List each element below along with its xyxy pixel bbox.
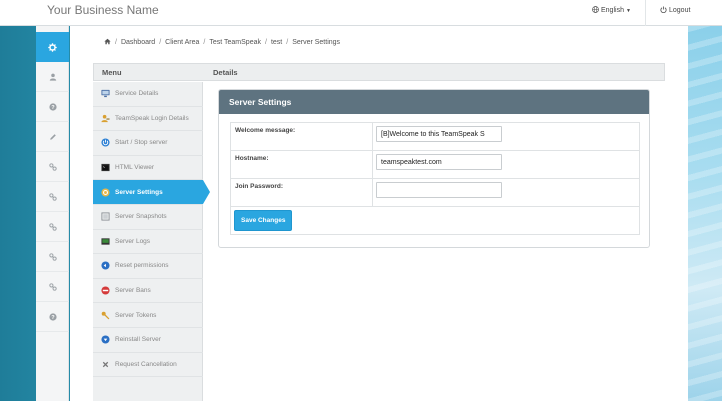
svg-text:?: ? — [51, 105, 55, 111]
power-icon — [660, 6, 667, 15]
form-cell: Save Changes — [230, 206, 640, 235]
breadcrumb-separator: / — [286, 39, 289, 46]
join-password-label: Join Password: — [230, 178, 373, 207]
menu-item-reinstall-server[interactable]: Reinstall Server — [93, 328, 203, 353]
form-row: Hostname: teamspeaktest.com — [230, 150, 640, 179]
breadcrumb-separator: / — [115, 39, 117, 46]
form-cell — [372, 178, 640, 207]
form-cell: [B]Welcome to this TeamSpeak S — [372, 122, 640, 151]
form-row: Save Changes — [230, 206, 640, 235]
key-person-icon — [101, 114, 110, 123]
language-selector[interactable]: English ▼ — [592, 6, 631, 15]
menu-heading: Menu — [102, 68, 122, 77]
menu-item-html-viewer[interactable]: HTML Viewer — [93, 156, 203, 181]
reset-icon — [101, 261, 110, 271]
hostname-input[interactable]: teamspeaktest.com — [376, 154, 502, 170]
menu-item-label: Reinstall Server — [115, 336, 161, 344]
menu-item-start-stop-server[interactable]: Start / Stop server — [93, 131, 203, 156]
snapshot-icon — [101, 212, 110, 221]
form-row: Welcome message: [B]Welcome to this Team… — [230, 122, 640, 151]
menu-item-label: Server Snapshots — [115, 213, 167, 221]
icon-rail: ? ? — [36, 26, 69, 401]
menu-item-label: HTML Viewer — [115, 164, 155, 172]
save-changes-button[interactable]: Save Changes — [234, 210, 293, 231]
menu-item-label: Service Details — [115, 90, 159, 98]
menu-item-server-snapshots[interactable]: Server Snapshots — [93, 205, 203, 230]
caret-down-icon: ▼ — [625, 7, 631, 14]
gear-icon — [101, 188, 110, 197]
join-password-input[interactable] — [376, 182, 502, 198]
menu-item-teamspeak-login-details[interactable]: TeamSpeak Login Details — [93, 107, 203, 132]
rail-link-icon[interactable] — [36, 242, 69, 272]
rail-user-icon[interactable] — [36, 62, 69, 92]
breadcrumb-client-area[interactable]: Client Area — [165, 39, 199, 46]
breadcrumb: / Dashboard / Client Area / Test TeamSpe… — [104, 38, 340, 47]
breadcrumb-dashboard[interactable]: Dashboard — [121, 39, 155, 46]
rail-link-icon[interactable] — [36, 272, 69, 302]
breadcrumb-service[interactable]: Test TeamSpeak — [209, 39, 261, 46]
rail-help-icon[interactable]: ? — [36, 92, 69, 122]
menu-item-label: Start / Stop server — [115, 139, 168, 147]
menu-item-server-bans[interactable]: Server Bans — [93, 279, 203, 304]
hostname-label: Hostname: — [230, 150, 373, 179]
breadcrumb-current: Server Settings — [292, 39, 341, 46]
menu-item-server-logs[interactable]: Server Logs — [93, 230, 203, 255]
topbar-divider — [645, 0, 646, 26]
server-settings-box: Server Settings Welcome message: [B]Welc… — [218, 89, 650, 248]
welcome-message-input[interactable]: [B]Welcome to this TeamSpeak S — [376, 126, 502, 142]
menu-item-label: Request Cancellation — [115, 360, 177, 368]
rail-link-icon[interactable] — [36, 152, 69, 182]
close-icon — [101, 360, 110, 369]
menu-item-reset-permissions[interactable]: Reset permissions — [93, 254, 203, 279]
menu-item-label: Server Logs — [115, 237, 151, 245]
menu-item-label: TeamSpeak Login Details — [115, 114, 189, 122]
menu-item-server-settings[interactable]: Server Settings — [93, 180, 210, 205]
svg-text:?: ? — [51, 315, 55, 321]
ban-icon — [101, 286, 110, 295]
monitor-icon — [101, 89, 110, 98]
rail-link-icon[interactable] — [36, 182, 69, 212]
breadcrumb-server[interactable]: test — [271, 39, 282, 46]
menu-item-label: Server Bans — [115, 287, 151, 295]
home-icon[interactable] — [104, 38, 111, 47]
brand-name[interactable]: Your Business Name — [47, 3, 159, 17]
logout-button[interactable]: Logout — [660, 6, 690, 15]
logout-label: Logout — [669, 7, 691, 14]
welcome-message-label: Welcome message: — [230, 122, 373, 151]
rail-help-icon[interactable]: ? — [36, 302, 69, 332]
menu-item-server-tokens[interactable]: Server Tokens — [93, 303, 203, 328]
menu-item-service-details[interactable]: Service Details — [93, 82, 203, 107]
power-icon — [101, 138, 110, 148]
menu-item-label: Server Tokens — [115, 311, 157, 319]
panel-header: Menu Details — [93, 63, 665, 81]
logs-icon — [101, 237, 110, 246]
rail-settings-icon[interactable] — [36, 32, 69, 62]
form-row: Join Password: — [230, 178, 640, 207]
breadcrumb-separator: / — [159, 39, 162, 46]
rail-pencil-icon[interactable] — [36, 122, 69, 152]
breadcrumb-separator: / — [264, 39, 267, 46]
language-label: English — [601, 7, 624, 14]
background-photo-strip — [688, 26, 722, 401]
form-cell: teamspeaktest.com — [372, 150, 640, 179]
settings-form: Welcome message: [B]Welcome to this Team… — [230, 122, 640, 235]
menu-item-label: Reset permissions — [115, 262, 169, 270]
menu-item-request-cancellation[interactable]: Request Cancellation — [93, 353, 203, 378]
globe-icon — [592, 6, 599, 15]
service-menu: Service Details TeamSpeak Login Details St… — [93, 82, 210, 401]
breadcrumb-separator: / — [203, 39, 206, 46]
reinstall-icon — [101, 335, 110, 344]
terminal-icon — [101, 163, 110, 172]
details-heading: Details — [213, 68, 238, 77]
key-icon — [101, 311, 110, 320]
rail-link-icon[interactable] — [36, 212, 69, 242]
top-navbar: Your Business Name English ▼ Logout — [0, 0, 722, 26]
server-settings-title: Server Settings — [219, 90, 649, 114]
menu-item-label: Server Settings — [115, 188, 163, 196]
